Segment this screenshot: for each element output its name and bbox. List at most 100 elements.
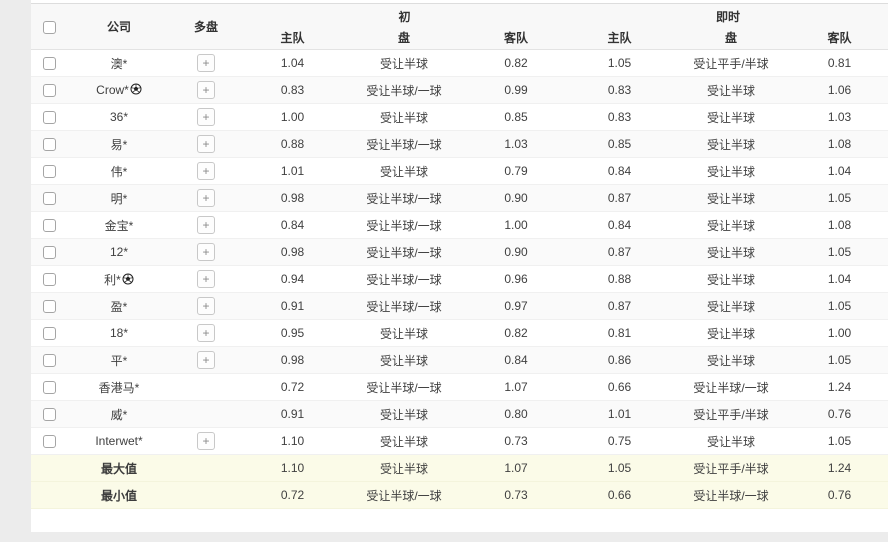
summary-live-handicap: 受让半球/一球 xyxy=(671,482,791,509)
company-cell: 伟* xyxy=(67,158,171,185)
live-away-odds: 1.06 xyxy=(791,77,888,104)
live-home-odds: 0.81 xyxy=(568,320,671,347)
row-checkbox[interactable] xyxy=(43,84,56,97)
table-row: 36* + 1.00 受让半球 0.85 0.83 受让半球 1.03 xyxy=(31,104,888,131)
row-checkbox[interactable] xyxy=(43,354,56,367)
initial-away-odds: 1.00 xyxy=(464,212,568,239)
live-handicap: 受让半球 xyxy=(671,428,791,455)
expand-odds-button[interactable]: + xyxy=(197,189,215,207)
live-away-odds: 1.05 xyxy=(791,428,888,455)
multi-odds-cell: + xyxy=(171,50,241,77)
multi-odds-cell: + xyxy=(171,320,241,347)
expand-odds-button[interactable]: + xyxy=(197,81,215,99)
live-handicap: 受让平手/半球 xyxy=(671,50,791,77)
row-checkbox-cell xyxy=(31,104,67,131)
expand-odds-button[interactable]: + xyxy=(197,270,215,288)
initial-handicap: 受让半球/一球 xyxy=(344,185,464,212)
select-all-checkbox[interactable] xyxy=(43,21,56,34)
initial-away-odds: 1.03 xyxy=(464,131,568,158)
expand-odds-button[interactable]: + xyxy=(197,324,215,342)
initial-home-odds: 0.83 xyxy=(241,77,344,104)
summary-live-away-odds: 0.76 xyxy=(791,482,888,509)
row-checkbox[interactable] xyxy=(43,192,56,205)
row-checkbox[interactable] xyxy=(43,111,56,124)
initial-home-odds: 0.88 xyxy=(241,131,344,158)
initial-handicap: 受让半球/一球 xyxy=(344,77,464,104)
company-name: 伟* xyxy=(111,165,128,179)
table-row: 平* + 0.98 受让半球 0.84 0.86 受让半球 1.05 xyxy=(31,347,888,374)
left-gutter xyxy=(0,0,31,542)
live-away-odds: 0.81 xyxy=(791,50,888,77)
initial-handicap: 受让半球 xyxy=(344,158,464,185)
column-header-live-home: 主队 xyxy=(568,26,671,50)
live-home-odds: 0.87 xyxy=(568,185,671,212)
initial-away-odds: 0.73 xyxy=(464,428,568,455)
company-name: 金宝* xyxy=(105,219,134,233)
row-checkbox[interactable] xyxy=(43,138,56,151)
expand-odds-button[interactable]: + xyxy=(197,162,215,180)
live-home-odds: 0.83 xyxy=(568,77,671,104)
company-cell: Interwet* xyxy=(67,428,171,455)
row-checkbox-cell xyxy=(31,77,67,104)
company-name: 36* xyxy=(110,110,128,124)
row-checkbox-cell xyxy=(31,293,67,320)
summary-live-home-odds: 0.66 xyxy=(568,482,671,509)
initial-away-odds: 0.82 xyxy=(464,320,568,347)
live-away-odds: 1.08 xyxy=(791,212,888,239)
soccer-ball-icon[interactable] xyxy=(122,273,134,285)
row-checkbox[interactable] xyxy=(43,381,56,394)
live-away-odds: 0.76 xyxy=(791,401,888,428)
company-cell: 36* xyxy=(67,104,171,131)
expand-odds-button[interactable]: + xyxy=(197,351,215,369)
live-away-odds: 1.00 xyxy=(791,320,888,347)
initial-handicap: 受让半球/一球 xyxy=(344,131,464,158)
column-header-live-away: 客队 xyxy=(791,26,888,50)
column-group-live: 即时 xyxy=(568,4,888,26)
row-checkbox[interactable] xyxy=(43,57,56,70)
expand-odds-button[interactable]: + xyxy=(197,108,215,126)
live-away-odds: 1.05 xyxy=(791,347,888,374)
row-checkbox-cell xyxy=(31,347,67,374)
live-home-odds: 0.75 xyxy=(568,428,671,455)
initial-home-odds: 1.00 xyxy=(241,104,344,131)
expand-odds-button[interactable]: + xyxy=(197,216,215,234)
expand-odds-button[interactable]: + xyxy=(197,54,215,72)
multi-odds-cell: + xyxy=(171,104,241,131)
summary-empty-cell xyxy=(31,455,67,482)
column-header-initial-away: 客队 xyxy=(464,26,568,50)
live-home-odds: 1.05 xyxy=(568,50,671,77)
row-checkbox-cell xyxy=(31,185,67,212)
multi-odds-cell: + xyxy=(171,428,241,455)
summary-live-away-odds: 1.24 xyxy=(791,455,888,482)
row-checkbox[interactable] xyxy=(43,165,56,178)
company-cell: 18* xyxy=(67,320,171,347)
expand-odds-button[interactable]: + xyxy=(197,243,215,261)
initial-handicap: 受让半球 xyxy=(344,104,464,131)
expand-odds-button[interactable]: + xyxy=(197,432,215,450)
multi-odds-cell: + xyxy=(171,131,241,158)
initial-away-odds: 0.99 xyxy=(464,77,568,104)
live-home-odds: 0.87 xyxy=(568,293,671,320)
row-checkbox[interactable] xyxy=(43,327,56,340)
table-row: 香港马* 0.72 受让半球/一球 1.07 0.66 受让半球/一球 1.24 xyxy=(31,374,888,401)
column-header-company: 公司 xyxy=(67,4,171,50)
row-checkbox[interactable] xyxy=(43,219,56,232)
expand-odds-button[interactable]: + xyxy=(197,135,215,153)
row-checkbox[interactable] xyxy=(43,246,56,259)
company-name: 18* xyxy=(110,326,128,340)
row-checkbox[interactable] xyxy=(43,408,56,421)
summary-empty-cell xyxy=(31,482,67,509)
summary-initial-handicap: 受让半球/一球 xyxy=(344,482,464,509)
row-checkbox[interactable] xyxy=(43,435,56,448)
initial-handicap: 受让半球 xyxy=(344,50,464,77)
summary-initial-home-odds: 1.10 xyxy=(241,455,344,482)
soccer-ball-icon[interactable] xyxy=(130,83,142,95)
initial-away-odds: 0.82 xyxy=(464,50,568,77)
row-checkbox[interactable] xyxy=(43,300,56,313)
summary-row: 最大值 1.10 受让半球 1.07 1.05 受让平手/半球 1.24 xyxy=(31,455,888,482)
row-checkbox[interactable] xyxy=(43,273,56,286)
initial-home-odds: 0.91 xyxy=(241,293,344,320)
table-row: 伟* + 1.01 受让半球 0.79 0.84 受让半球 1.04 xyxy=(31,158,888,185)
company-name: 澳* xyxy=(111,57,128,71)
expand-odds-button[interactable]: + xyxy=(197,297,215,315)
